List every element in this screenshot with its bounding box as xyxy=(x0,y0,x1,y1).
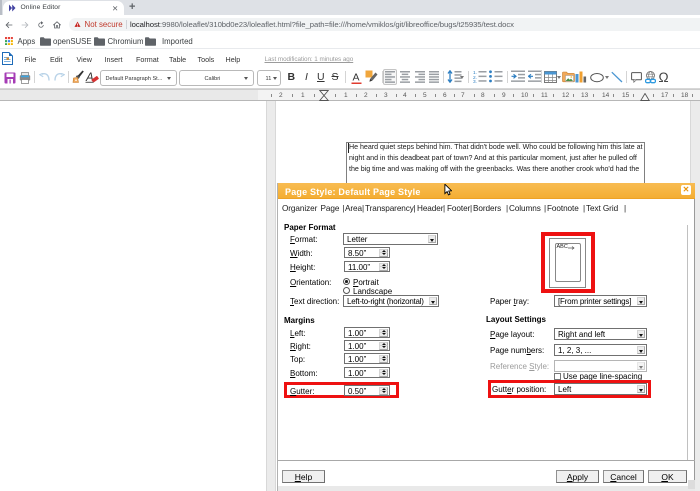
svg-text:3.: 3. xyxy=(473,79,477,83)
svg-text:A: A xyxy=(353,72,360,84)
